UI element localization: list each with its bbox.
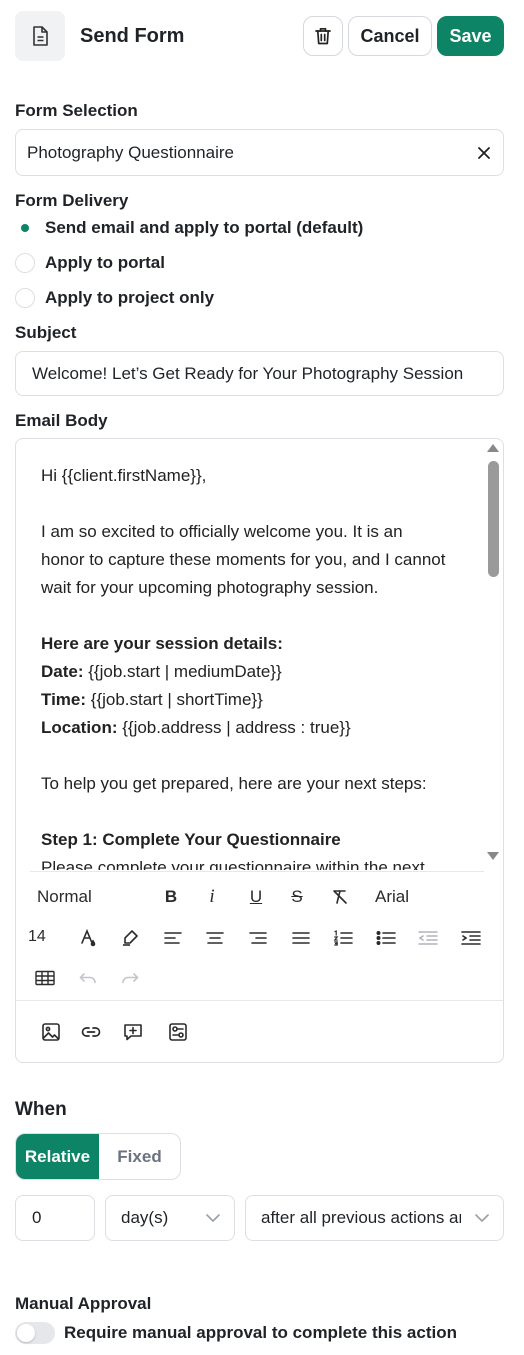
radio-unselected[interactable] xyxy=(15,288,35,308)
insert-placeholder-icon[interactable] xyxy=(119,1018,147,1046)
manual-approval-toggle[interactable] xyxy=(15,1322,55,1344)
subject-label: Subject xyxy=(15,323,77,342)
email-body-text: {{job.address | address : true}} xyxy=(117,718,351,737)
insert-link-icon[interactable] xyxy=(77,1018,105,1046)
email-body-line: Time: {{job.start | shortTime}} xyxy=(41,686,475,714)
email-body-bold-text: Step 1: Complete Your Questionnaire xyxy=(41,830,341,849)
email-body-text: Please complete your questionnaire withi… xyxy=(41,858,425,870)
email-body-line xyxy=(41,798,475,826)
subject-value: Welcome! Let’s Get Ready for Your Photog… xyxy=(32,363,464,383)
form-delivery-label: Form Delivery xyxy=(15,191,129,210)
email-body-line xyxy=(41,742,475,770)
chevron-down-icon xyxy=(475,1214,489,1222)
email-body-line: To help you get prepared, here are your … xyxy=(41,770,475,798)
editor-scrollbar-thumb[interactable] xyxy=(488,461,499,577)
save-button[interactable]: Save xyxy=(437,16,504,56)
email-body-text: To help you get prepared, here are your … xyxy=(41,774,427,793)
delivery-option-portal[interactable]: Apply to portal xyxy=(15,253,165,273)
chevron-down-icon xyxy=(206,1214,220,1222)
form-selection-label: Form Selection xyxy=(15,101,138,120)
bold-icon[interactable]: B xyxy=(157,883,185,911)
ordered-list-icon[interactable] xyxy=(329,924,357,952)
form-selection-select[interactable]: Photography Questionnaire xyxy=(15,129,504,176)
highlight-icon[interactable] xyxy=(116,924,144,952)
email-body-text: Hi {{client.firstName}}, xyxy=(41,466,207,485)
insert-form-icon[interactable] xyxy=(164,1018,192,1046)
editor-footer-divider xyxy=(16,1000,503,1001)
trash-icon xyxy=(315,27,331,45)
email-body-line: Hi {{client.firstName}}, xyxy=(41,462,475,490)
align-center-icon[interactable] xyxy=(201,924,229,952)
underline-icon[interactable]: U xyxy=(242,883,270,911)
radio-selected[interactable] xyxy=(15,218,35,238)
indent-icon[interactable] xyxy=(457,924,485,952)
insert-image-icon[interactable] xyxy=(37,1018,65,1046)
email-body-content[interactable]: Hi {{client.firstName}}, I am so excited … xyxy=(25,462,475,870)
relative-option[interactable]: Relative xyxy=(16,1134,99,1179)
insert-table-icon[interactable] xyxy=(31,964,59,992)
email-body-text: {{job.start | shortTime}} xyxy=(86,690,263,709)
align-left-icon[interactable] xyxy=(159,924,187,952)
email-body-line: Location: {{job.address | address : true… xyxy=(41,714,475,742)
delivery-option-email-and-portal[interactable]: Send email and apply to portal (default) xyxy=(15,218,363,238)
delete-button[interactable] xyxy=(303,16,343,56)
undo-icon[interactable] xyxy=(74,964,102,992)
email-body-text: {{job.start | mediumDate}} xyxy=(83,662,282,681)
delay-relation-select[interactable]: after all previous actions are completed xyxy=(245,1195,504,1241)
text-color-icon[interactable] xyxy=(74,924,102,952)
email-body-line: I am so excited to officially welcome yo… xyxy=(41,518,475,546)
align-justify-icon[interactable] xyxy=(287,924,315,952)
align-right-icon[interactable] xyxy=(244,924,272,952)
email-body-bold-text: Location: xyxy=(41,718,118,737)
text-style-select[interactable]: Normal xyxy=(37,887,92,907)
delay-unit-select[interactable]: day(s) xyxy=(105,1195,235,1241)
toolbar-divider xyxy=(30,871,484,872)
delay-amount-input[interactable]: 0 xyxy=(15,1195,95,1241)
email-body-line: honor to capture these moments for you, … xyxy=(41,546,475,574)
email-body-line xyxy=(41,490,475,518)
outdent-icon[interactable] xyxy=(414,924,442,952)
font-size-select[interactable]: 14 xyxy=(28,928,46,946)
clear-icon[interactable] xyxy=(477,146,491,160)
email-body-text: honor to capture these moments for you, … xyxy=(41,550,446,569)
email-body-line xyxy=(41,602,475,630)
subject-input[interactable]: Welcome! Let’s Get Ready for Your Photog… xyxy=(15,351,504,396)
email-body-line: Please complete your questionnaire withi… xyxy=(41,854,475,870)
clear-format-icon[interactable] xyxy=(326,883,354,911)
scroll-up-arrow[interactable] xyxy=(487,444,499,452)
email-body-label: Email Body xyxy=(15,411,108,430)
manual-approval-label: Manual Approval xyxy=(15,1294,152,1313)
radio-unselected[interactable] xyxy=(15,253,35,273)
manual-approval-toggle-label: Require manual approval to complete this… xyxy=(64,1323,457,1342)
strikethrough-icon[interactable]: S xyxy=(283,883,311,911)
email-body-bold-text: Here are your session details: xyxy=(41,634,283,653)
italic-icon[interactable]: i xyxy=(198,883,226,911)
scroll-down-arrow[interactable] xyxy=(487,852,499,860)
bullet-list-icon[interactable] xyxy=(372,924,400,952)
timing-mode-toggle[interactable]: Relative Fixed xyxy=(15,1133,181,1180)
delivery-option-project-only[interactable]: Apply to project only xyxy=(15,288,214,308)
email-body-text: I am so excited to officially welcome yo… xyxy=(41,522,403,541)
email-body-line: Here are your session details: xyxy=(41,630,475,658)
when-label: When xyxy=(15,1099,67,1120)
fixed-option[interactable]: Fixed xyxy=(99,1134,180,1179)
email-body-line: Date: {{job.start | mediumDate}} xyxy=(41,658,475,686)
email-body-line: Step 1: Complete Your Questionnaire xyxy=(41,826,475,854)
font-family-select[interactable]: Arial xyxy=(375,887,409,907)
email-body-bold-text: Time: xyxy=(41,690,87,709)
redo-icon[interactable] xyxy=(116,964,144,992)
email-body-bold-text: Date: xyxy=(41,662,84,681)
page-title: Send Form xyxy=(80,25,185,47)
email-body-line: wait for your upcoming photography sessi… xyxy=(41,574,475,602)
form-document-icon xyxy=(15,11,65,61)
cancel-button[interactable]: Cancel xyxy=(348,16,432,56)
form-selection-value: Photography Questionnaire xyxy=(27,142,234,162)
email-body-text: wait for your upcoming photography sessi… xyxy=(41,578,379,597)
